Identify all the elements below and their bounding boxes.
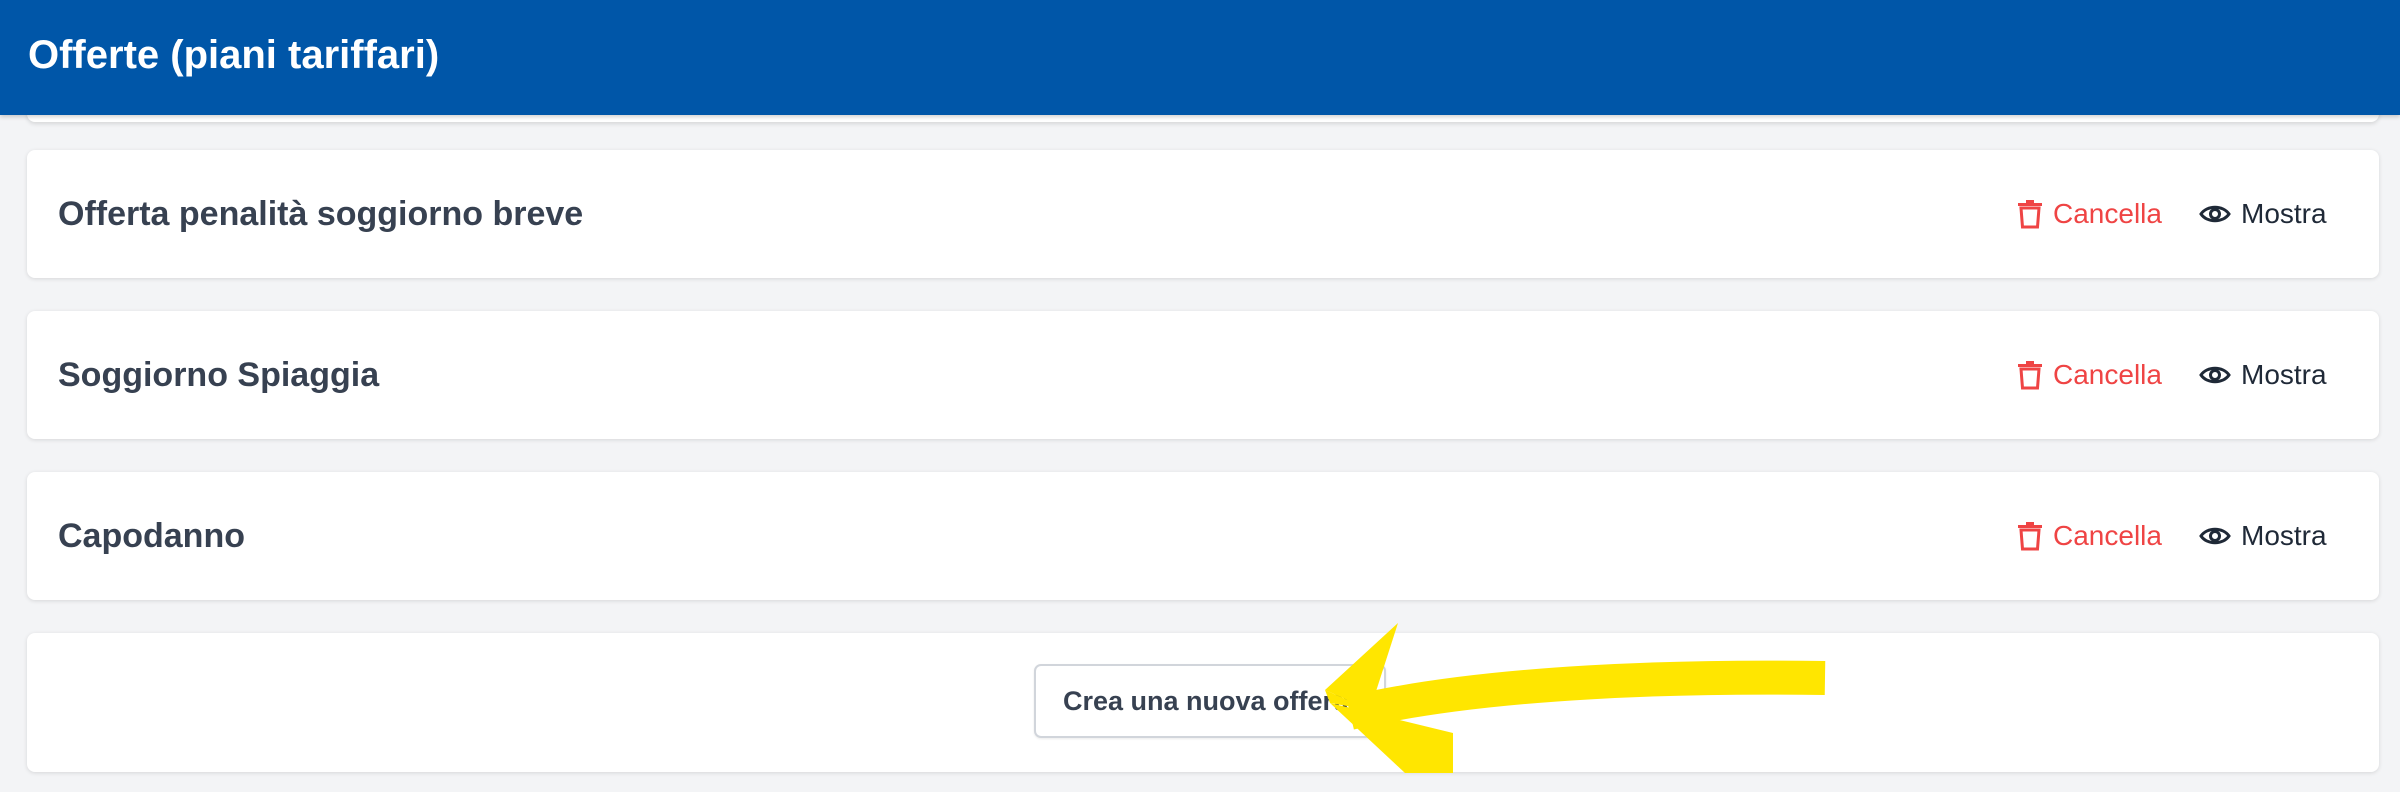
delete-label: Cancella xyxy=(2053,359,2162,390)
show-button[interactable]: Mostra xyxy=(2199,150,2327,278)
offer-card: Soggiorno Spiaggia Cancella Mostra xyxy=(27,311,2379,439)
delete-button[interactable]: Cancella xyxy=(2017,150,2162,278)
offer-card: Capodanno Cancella Mostra xyxy=(27,472,2379,600)
offer-title: Soggiorno Spiaggia xyxy=(58,356,380,394)
show-label: Mostra xyxy=(2241,359,2327,390)
delete-label: Cancella xyxy=(2053,198,2162,229)
offer-title: Capodanno xyxy=(58,517,245,555)
show-label: Mostra xyxy=(2241,520,2327,551)
offer-card: Offerta penalità soggiorno breve Cancell… xyxy=(27,150,2379,278)
delete-button[interactable]: Cancella xyxy=(2017,472,2162,600)
eye-icon xyxy=(2199,525,2231,547)
eye-icon xyxy=(2199,203,2231,225)
offer-title: Offerta penalità soggiorno breve xyxy=(58,195,584,233)
create-offer-button[interactable]: Crea una nuova offerta xyxy=(1034,664,1386,738)
page-header: Offerte (piani tariffari) xyxy=(0,0,2400,115)
trash-icon xyxy=(2017,521,2043,551)
trash-icon xyxy=(2017,360,2043,390)
eye-icon xyxy=(2199,364,2231,386)
create-offer-card: Crea una nuova offerta xyxy=(27,633,2379,772)
trash-icon xyxy=(2017,199,2043,229)
page-title: Offerte (piani tariffari) xyxy=(28,33,440,77)
show-label: Mostra xyxy=(2241,198,2327,229)
show-button[interactable]: Mostra xyxy=(2199,472,2327,600)
delete-button[interactable]: Cancella xyxy=(2017,311,2162,439)
delete-label: Cancella xyxy=(2053,520,2162,551)
show-button[interactable]: Mostra xyxy=(2199,311,2327,439)
